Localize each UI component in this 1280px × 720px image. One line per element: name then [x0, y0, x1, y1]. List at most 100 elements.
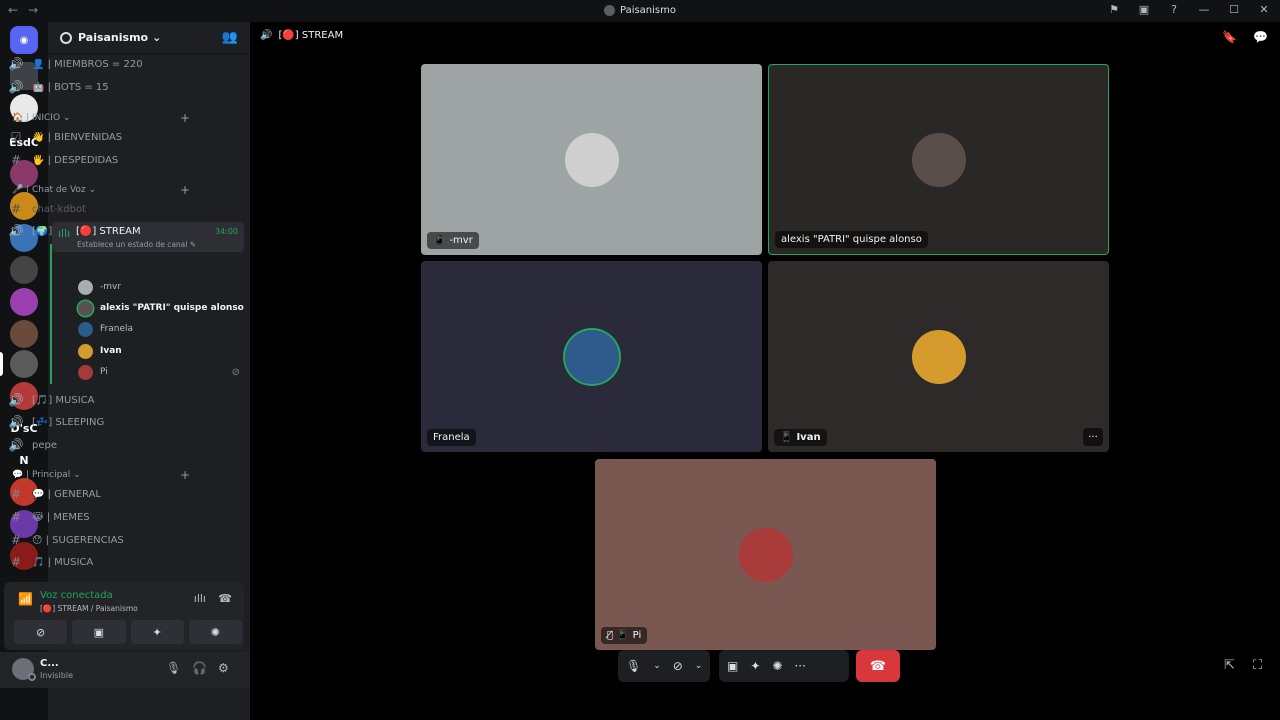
- help-icon[interactable]: ?: [1166, 3, 1182, 16]
- channel-sugerencias[interactable]: # 😯 | SUGERENCIAS: [8, 530, 196, 550]
- active-server-indicator: [0, 352, 3, 376]
- channel-header: 🔊 [🔴] STREAM: [260, 30, 343, 41]
- server-icon[interactable]: [10, 350, 38, 378]
- status-badge: [28, 673, 36, 681]
- voice-active-icon: ıllı: [58, 227, 71, 240]
- hash-icon: #: [10, 153, 22, 167]
- participant-name-tag: 🎙̸ 📱 Pi: [601, 627, 648, 644]
- window-title: Paisanismo: [0, 5, 1280, 16]
- voice-user[interactable]: alexis "PATRI" quispe alonso: [78, 299, 244, 317]
- chat-icon[interactable]: 💬: [1253, 30, 1268, 44]
- more-icon[interactable]: ···: [794, 659, 805, 673]
- server-logo-icon: [603, 5, 615, 16]
- channel-bots[interactable]: 🔊 🤖 | BOTS = 15: [8, 77, 196, 97]
- minimize-icon[interactable]: —: [1196, 3, 1212, 16]
- avatar: [78, 300, 93, 316]
- flag-icon[interactable]: ⚑: [1106, 3, 1122, 16]
- channel-chat-kdbot[interactable]: # chat-kdbot: [8, 199, 196, 219]
- avatar: [78, 364, 93, 380]
- participant-name-tag: 📱 -mvr: [427, 232, 479, 249]
- signal-icon[interactable]: 📶: [18, 592, 33, 606]
- voice-connected-line: [50, 244, 52, 384]
- server-icon[interactable]: [10, 256, 38, 284]
- soundboard-button[interactable]: ✺: [188, 620, 242, 644]
- add-channel-icon[interactable]: +: [180, 111, 190, 125]
- activities-button[interactable]: ✦: [130, 620, 184, 644]
- gear-icon[interactable]: ⚙: [218, 661, 229, 675]
- screen-share-button[interactable]: ▣: [72, 620, 126, 644]
- close-icon[interactable]: ✕: [1256, 3, 1272, 16]
- channel-pepe-voice[interactable]: 🔊 pepe: [8, 435, 196, 455]
- username[interactable]: C...: [40, 658, 59, 669]
- pop-out-icon[interactable]: ⇱: [1224, 658, 1235, 673]
- channel-stream-active[interactable]: ıllı [🔴] STREAM 34:00 Establece un estad…: [52, 222, 244, 252]
- video-tile-alexis[interactable]: alexis "PATRI" quispe alonso: [768, 64, 1109, 255]
- avatar: [564, 329, 619, 384]
- mobile-icon: 📱: [433, 235, 446, 246]
- add-channel-icon[interactable]: +: [180, 183, 190, 197]
- invite-user-icon[interactable]: 👥: [222, 30, 238, 45]
- muted-mobile-icon: 🎙̸ 📱: [607, 630, 629, 641]
- title-bar: ← → Paisanismo ⚑ ▣ ? — ☐ ✕: [0, 0, 1280, 22]
- speaker-icon: 🔊: [8, 57, 24, 71]
- microphone-icon[interactable]: 🎙: [166, 661, 181, 675]
- disconnect-call-button[interactable]: ☎: [856, 650, 900, 682]
- microphone-icon[interactable]: 🎙: [626, 659, 641, 673]
- category-chat-de-voz[interactable]: 🎤 | Chat de Voz ⌄ +: [12, 182, 196, 198]
- video-tile-mvr[interactable]: 📱 -mvr: [421, 64, 762, 255]
- disconnect-icon[interactable]: ☎: [218, 592, 232, 605]
- guild-header[interactable]: Paisanismo ⌄ 👥: [48, 22, 250, 54]
- noise-suppression-icon[interactable]: ıllı: [194, 592, 206, 605]
- channel-sleeping-voice[interactable]: 🔊 [💤] SLEEPING: [8, 412, 196, 432]
- channel-musica-text[interactable]: # 🎵 | MUSICA: [8, 552, 196, 572]
- fullscreen-icon[interactable]: ⛶: [1253, 658, 1262, 673]
- camera-off-icon[interactable]: ⊘: [673, 659, 683, 673]
- voice-user[interactable]: Pi ⊘: [78, 363, 240, 381]
- hash-icon: #: [10, 533, 22, 547]
- channel-memes[interactable]: # 😹 | MEMES: [8, 507, 196, 527]
- channel-miembros[interactable]: 🔊 👤 | MIEMBROS = 220: [8, 54, 196, 74]
- video-tile-ivan[interactable]: 📱 Ivan ···: [768, 261, 1109, 452]
- channel-status-prompt[interactable]: Establece un estado de canal ✎: [77, 240, 196, 249]
- voice-user[interactable]: Franela: [78, 320, 133, 338]
- camera-off-button[interactable]: ⊘: [14, 620, 68, 644]
- chevron-down-icon[interactable]: ⌄: [653, 661, 661, 671]
- add-channel-icon[interactable]: +: [180, 468, 190, 482]
- channel-general-text[interactable]: # 💬 | GENERAL: [8, 484, 196, 504]
- headphones-icon[interactable]: 🎧: [192, 661, 207, 675]
- server-icon[interactable]: [10, 320, 38, 348]
- inbox-icon[interactable]: ▣: [1136, 3, 1152, 16]
- channel-despedidas[interactable]: # 🖐 | DESPEDIDAS: [8, 150, 196, 170]
- maximize-icon[interactable]: ☐: [1226, 3, 1242, 16]
- guild-name: Paisanismo: [78, 31, 149, 44]
- video-tile-pi[interactable]: 🎙̸ 📱 Pi: [595, 459, 936, 650]
- audio-video-controls: 🎙 ⌄ ⊘ ⌄: [618, 650, 710, 682]
- category-inicio[interactable]: 🏠 | INICIO ⌄ +: [12, 110, 196, 126]
- video-tile-franela[interactable]: Franela: [421, 261, 762, 452]
- chevron-down-icon[interactable]: ⌄: [695, 661, 703, 671]
- channel-bienvenidas[interactable]: ☑ 👋 | BIENVENIDAS: [8, 127, 196, 147]
- avatar: [911, 132, 966, 187]
- bookmark-icon[interactable]: 🔖: [1222, 30, 1237, 44]
- server-icon[interactable]: [10, 288, 38, 316]
- voice-location[interactable]: [🔴] STREAM / Paisanismo: [40, 604, 138, 613]
- avatar: [911, 329, 966, 384]
- screen-share-icon[interactable]: ▣: [727, 659, 738, 673]
- mobile-icon: 📱: [780, 432, 793, 443]
- avatar: [564, 132, 619, 187]
- chevron-down-icon: ⌄: [152, 31, 162, 44]
- voice-status[interactable]: Voz conectada: [40, 590, 113, 601]
- channel-header-title: [🔴] STREAM: [278, 30, 344, 41]
- hash-icon: #: [10, 202, 22, 216]
- more-options-button[interactable]: ···: [1083, 428, 1103, 446]
- rules-icon: ☑: [10, 130, 22, 144]
- category-principal[interactable]: 💬 | Principal ⌄ +: [12, 467, 196, 483]
- discord-icon[interactable]: ◉: [10, 26, 38, 54]
- voice-user[interactable]: Ivan: [78, 342, 122, 360]
- avatar: [738, 527, 793, 582]
- guild-icon: [60, 31, 72, 44]
- channel-musica-voice[interactable]: 🔊 [🎵] MUSICA: [8, 390, 196, 410]
- soundboard-icon[interactable]: ✺: [772, 659, 782, 673]
- voice-user[interactable]: -mvr: [78, 278, 121, 296]
- activities-icon[interactable]: ✦: [750, 659, 760, 673]
